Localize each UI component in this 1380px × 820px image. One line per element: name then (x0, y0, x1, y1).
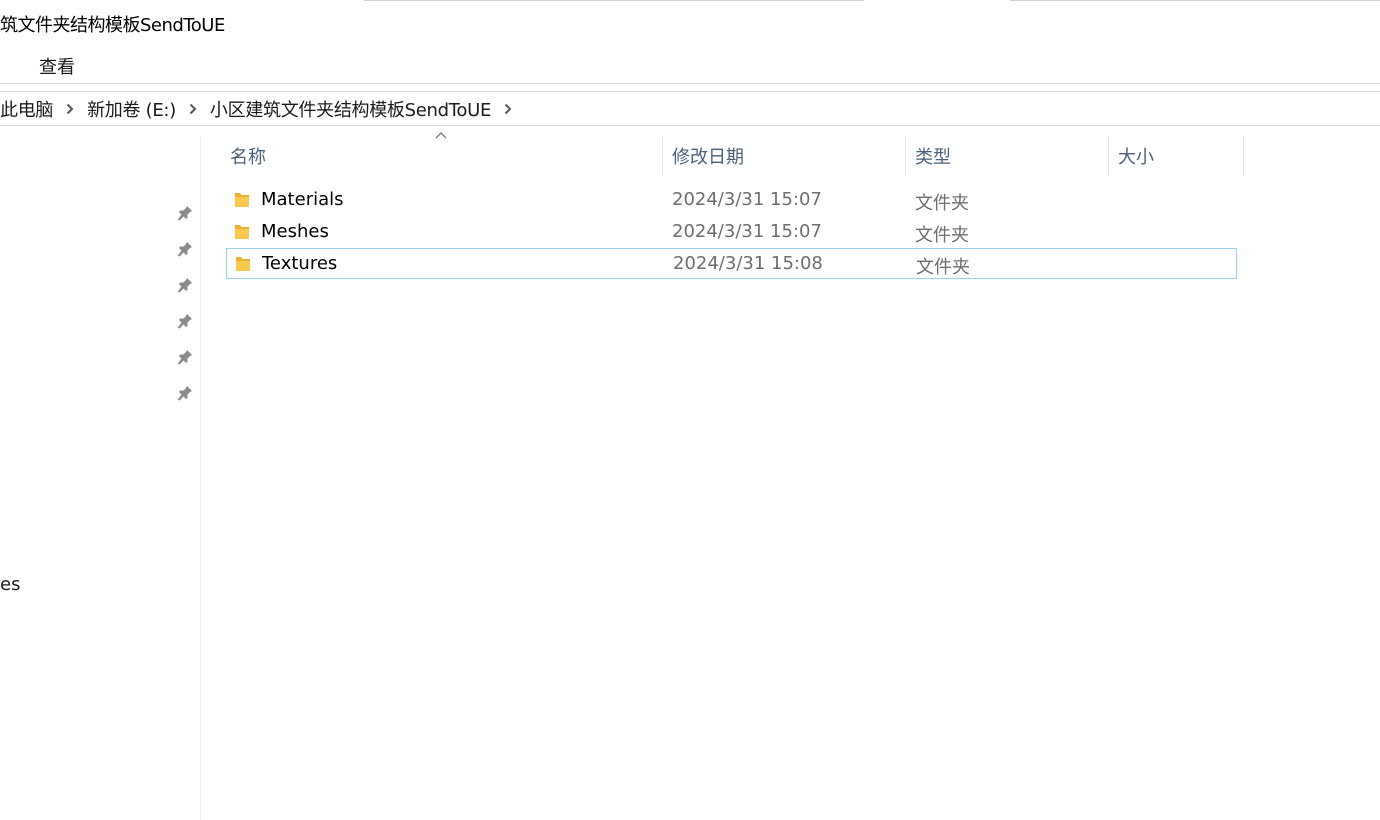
pin-icon[interactable] (177, 385, 193, 401)
file-name[interactable]: Materials (261, 189, 344, 210)
chevron-right-icon[interactable] (186, 103, 200, 115)
file-type: 文件夹 (915, 193, 969, 214)
toolbar-divider (0, 83, 1380, 84)
background-strip (364, 0, 864, 1)
folder-icon (235, 225, 249, 239)
address-bar-top-border (0, 91, 1380, 92)
column-separator[interactable] (662, 136, 663, 176)
pin-icon[interactable] (177, 349, 193, 365)
column-header-date[interactable]: 修改日期 (672, 143, 744, 169)
navigation-pane-divider[interactable] (200, 136, 201, 820)
column-separator[interactable] (1243, 136, 1244, 176)
column-header-type[interactable]: 类型 (915, 143, 951, 169)
pin-icon[interactable] (177, 313, 193, 329)
file-type: 文件夹 (916, 257, 970, 278)
sort-ascending-icon (435, 132, 447, 139)
column-separator[interactable] (905, 136, 906, 176)
pin-icon[interactable] (177, 277, 193, 293)
file-date: 2024/3/31 15:07 (672, 189, 822, 210)
breadcrumb[interactable]: 此电脑 新加卷 (E:) 小区建筑文件夹结构模板SendToUE (0, 96, 525, 122)
folder-icon (236, 257, 250, 271)
column-separator[interactable] (1108, 136, 1109, 176)
file-name[interactable]: Textures (262, 253, 337, 274)
file-date: 2024/3/31 15:08 (673, 253, 823, 274)
column-header-name[interactable]: 名称 (230, 143, 266, 169)
file-row[interactable]: Materials 2024/3/31 15:07 文件夹 (226, 185, 1237, 216)
breadcrumb-item-folder[interactable]: 小区建筑文件夹结构模板SendToUE (210, 96, 491, 122)
file-row-focused[interactable]: Textures 2024/3/31 15:08 文件夹 (226, 248, 1237, 279)
file-date: 2024/3/31 15:07 (672, 221, 822, 242)
background-strip (1010, 0, 1380, 1)
file-name[interactable]: Meshes (261, 221, 329, 242)
breadcrumb-item-drive[interactable]: 新加卷 (E:) (87, 96, 176, 122)
address-bar-bottom-border (0, 125, 1380, 126)
breadcrumb-item-this-pc[interactable]: 此电脑 (0, 96, 53, 122)
view-menu-button[interactable]: 查看 (39, 53, 75, 79)
chevron-right-icon[interactable] (501, 103, 515, 115)
pin-icon[interactable] (177, 205, 193, 221)
folder-icon (235, 193, 249, 207)
file-type: 文件夹 (915, 225, 969, 246)
chevron-right-icon[interactable] (63, 103, 77, 115)
pin-icon[interactable] (177, 241, 193, 257)
window-title: 筑文件夹结构模板SendToUE (0, 15, 225, 36)
file-row[interactable]: Meshes 2024/3/31 15:07 文件夹 (226, 217, 1237, 248)
nav-item-partial[interactable]: es (0, 574, 20, 595)
column-header-size[interactable]: 大小 (1118, 143, 1154, 169)
